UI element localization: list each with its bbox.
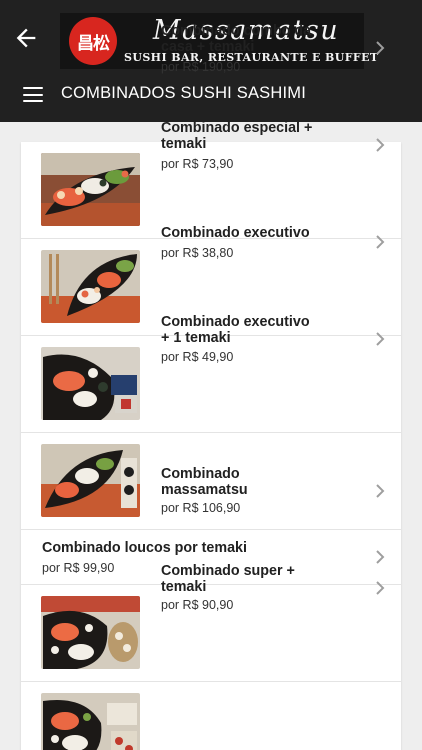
item-price: por R$ 190,90 (161, 60, 241, 74)
product-photo (41, 347, 140, 420)
menu-button[interactable] (23, 86, 45, 104)
chevron-right-icon (376, 550, 385, 564)
chevron-right-icon (376, 41, 385, 55)
item-name: Combinado executivo + 1 temaki (161, 314, 310, 346)
product-list: Combinado combo da casa + temaki por R$ … (21, 23, 401, 750)
item-name: Combinado massamatsu (161, 466, 248, 498)
item-name: Combinado combo da casa + temaki (161, 23, 312, 55)
product-photo (41, 444, 140, 517)
chevron-right-icon (376, 138, 385, 152)
item-name: Combinado loucos por temaki (42, 540, 247, 556)
item-name: Combinado executivo (161, 225, 310, 241)
chevron-right-icon (376, 235, 385, 249)
hamburger-menu-icon-line (23, 100, 43, 103)
chevron-right-icon (376, 581, 385, 595)
item-price: por R$ 49,90 (161, 350, 234, 364)
hamburger-menu-icon-line (23, 93, 43, 96)
hamburger-menu-icon (23, 87, 43, 90)
page-title: COMBINADOS SUSHI SASHIMI (61, 84, 307, 102)
chevron-right-icon (376, 484, 385, 498)
product-photo (41, 596, 140, 669)
item-price: por R$ 90,90 (161, 598, 234, 612)
back-button[interactable] (12, 24, 40, 52)
logo-emblem: 昌松 (69, 17, 117, 65)
item-name: Combinado especial + temaki (161, 120, 313, 152)
item-price: por R$ 106,90 (161, 501, 241, 515)
product-photo (41, 250, 140, 323)
product-photo (41, 153, 140, 226)
item-price: por R$ 73,90 (161, 157, 234, 171)
item-price: por R$ 38,80 (161, 246, 234, 260)
chevron-right-icon (376, 332, 385, 346)
arrow-back-icon (16, 28, 36, 48)
item-price: por R$ 99,90 (42, 561, 115, 575)
product-photo (41, 693, 140, 750)
item-name: Combinado super + temaki (161, 563, 295, 595)
list-item[interactable]: Combinado super + temaki por R$ 90,90 (21, 563, 401, 750)
